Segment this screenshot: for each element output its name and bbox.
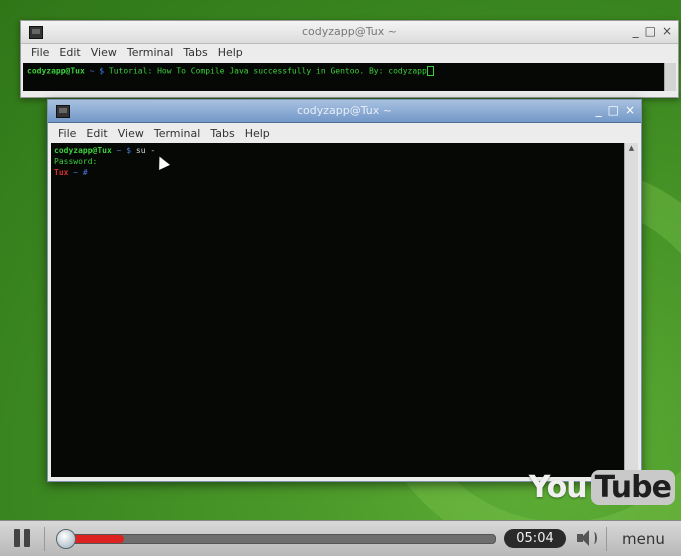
divider	[44, 527, 45, 551]
title-bar[interactable]: codyzapp@Tux ~ _ □ ×	[21, 21, 678, 44]
youtube-you: You	[528, 470, 588, 505]
close-icon[interactable]: ×	[625, 103, 635, 117]
divider	[606, 527, 607, 551]
command-text: Tutorial: How To Compile Java successful…	[108, 66, 427, 76]
window-title: codyzapp@Tux ~	[302, 25, 397, 38]
scrollbar[interactable]: ▲	[624, 143, 638, 477]
terminal-line: Tux ~ #	[54, 167, 621, 178]
pause-icon[interactable]	[14, 529, 32, 547]
root-prompt: ~ #	[73, 168, 88, 177]
scrollbar[interactable]	[664, 63, 676, 91]
prompt-user: codyzapp@Tux	[54, 146, 112, 155]
seek-bar[interactable]	[58, 534, 496, 544]
menu-view[interactable]: View	[91, 46, 117, 59]
minimize-icon[interactable]: _	[633, 24, 639, 38]
maximize-icon[interactable]: □	[608, 103, 619, 117]
seek-handle[interactable]	[56, 529, 76, 549]
menu-file[interactable]: File	[58, 127, 76, 140]
terminal-output[interactable]: codyzapp@Tux ~ $ Tutorial: How To Compil…	[23, 63, 664, 91]
menu-terminal[interactable]: Terminal	[127, 46, 174, 59]
time-display: 05:04	[504, 529, 566, 548]
scroll-up-icon[interactable]: ▲	[625, 143, 638, 153]
prompt-user: codyzapp@Tux	[27, 66, 85, 76]
menu-file[interactable]: File	[31, 46, 49, 59]
terminal-line: Password:	[54, 156, 621, 167]
terminal-line: codyzapp@Tux ~ $ su -	[54, 145, 621, 156]
menu-tabs[interactable]: Tabs	[210, 127, 234, 140]
prompt-path: ~ $	[89, 66, 105, 76]
menu-bar: File Edit View Terminal Tabs Help	[21, 44, 678, 61]
terminal-output[interactable]: codyzapp@Tux ~ $ su - Password: Tux ~ #	[51, 143, 624, 477]
menu-terminal[interactable]: Terminal	[154, 127, 201, 140]
window-title: codyzapp@Tux ~	[297, 104, 392, 117]
close-icon[interactable]: ×	[662, 24, 672, 38]
desktop: codyzapp@Tux ~ _ □ × File Edit View Term…	[0, 0, 681, 520]
menu-help[interactable]: Help	[218, 46, 243, 59]
menu-button[interactable]: menu	[622, 530, 665, 548]
menu-view[interactable]: View	[118, 127, 144, 140]
root-host: Tux	[54, 168, 69, 177]
youtube-watermark: You Tube	[529, 470, 675, 505]
terminal-window-back[interactable]: codyzapp@Tux ~ _ □ × File Edit View Term…	[20, 20, 679, 98]
password-prompt: Password:	[54, 157, 98, 166]
menu-help[interactable]: Help	[245, 127, 270, 140]
terminal-window-front[interactable]: codyzapp@Tux ~ _ □ × File Edit View Term…	[47, 99, 642, 482]
prompt-path: ~ $	[116, 146, 132, 155]
maximize-icon[interactable]: □	[645, 24, 656, 38]
volume-icon[interactable]	[575, 529, 599, 547]
text-cursor	[426, 66, 434, 76]
command-text: su -	[135, 146, 156, 155]
menu-edit[interactable]: Edit	[59, 46, 80, 59]
menu-edit[interactable]: Edit	[86, 127, 107, 140]
minimize-icon[interactable]: _	[596, 103, 602, 117]
title-bar[interactable]: codyzapp@Tux ~ _ □ ×	[48, 100, 641, 123]
menu-bar: File Edit View Terminal Tabs Help	[48, 123, 641, 143]
youtube-tube: Tube	[590, 470, 675, 505]
menu-tabs[interactable]: Tabs	[183, 46, 207, 59]
video-player-controls: 05:04 menu	[0, 520, 681, 556]
